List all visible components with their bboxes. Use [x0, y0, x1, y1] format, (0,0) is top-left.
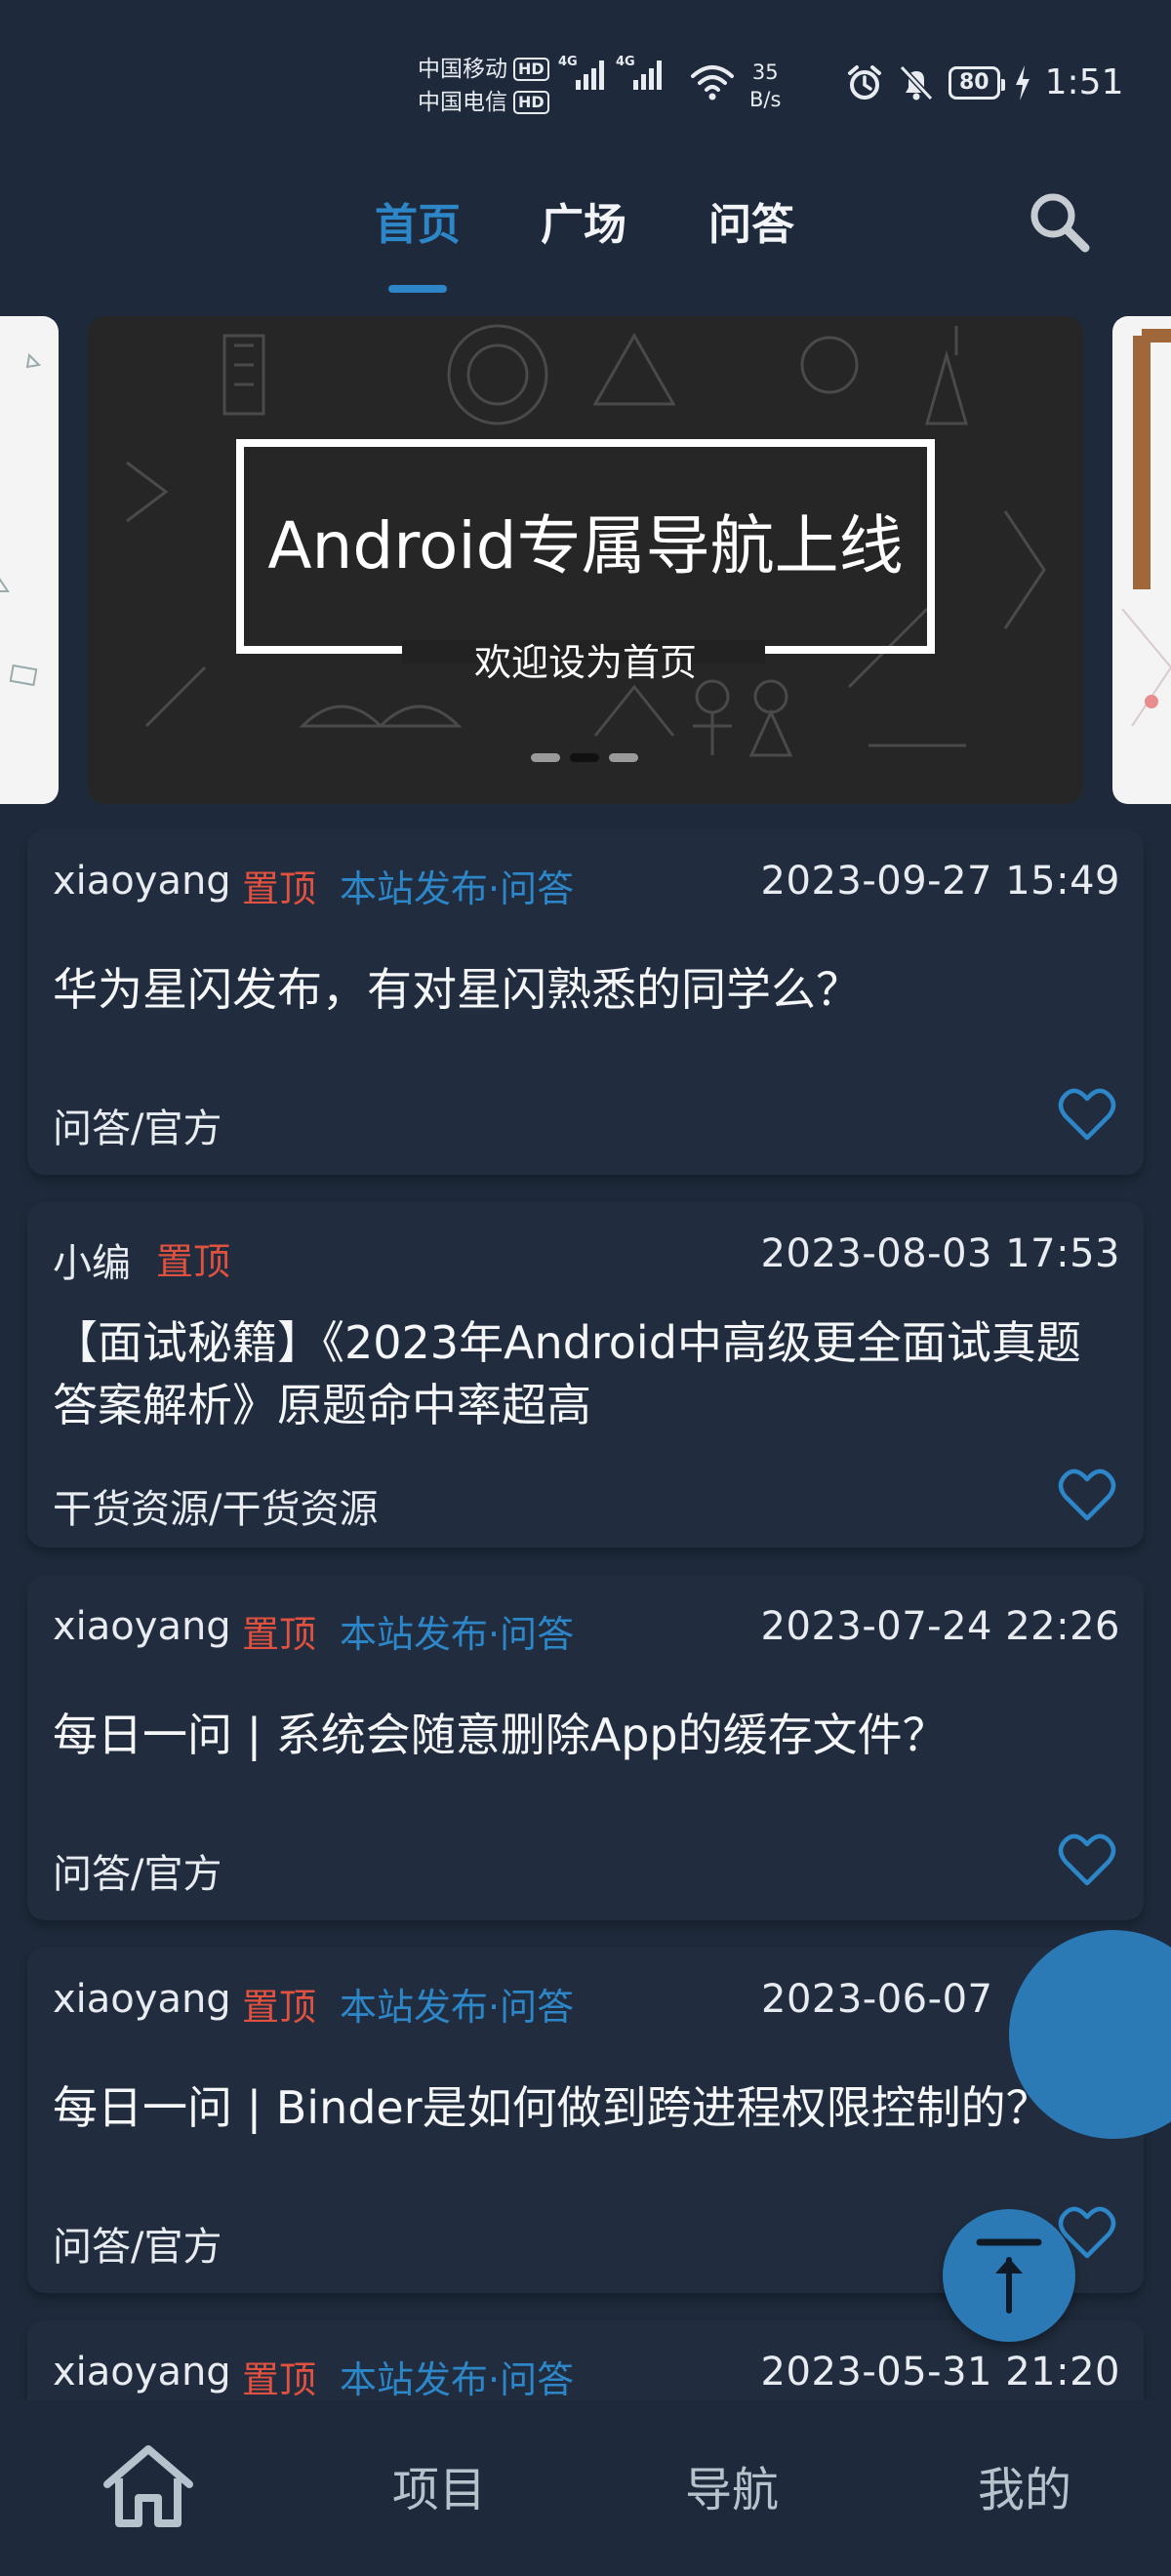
- article-author: xiaoyang: [53, 2350, 231, 2395]
- article-author: xiaoyang: [53, 1604, 231, 1649]
- speed-unit: B/s: [749, 88, 782, 111]
- article-card[interactable]: xiaoyang 置顶 本站发布·问答 2023-07-24 22:26 每日一…: [27, 1575, 1144, 1920]
- pinned-tag: 置顶: [242, 2358, 317, 2400]
- tab-home[interactable]: 首页: [375, 189, 461, 252]
- carrier-1-name: 中国移动: [418, 57, 507, 82]
- article-date: 2023-09-27 15:49: [760, 859, 1120, 904]
- carrier-info: 中国移动 HD 中国电信 HD: [418, 53, 549, 119]
- carrier-2-name: 中国电信: [418, 90, 507, 115]
- article-category: 问答/官方: [53, 1852, 222, 1897]
- network-speed: 35 B/s: [749, 59, 781, 113]
- pinned-tag: 置顶: [156, 1240, 231, 1283]
- article-date: 2023-06-07: [761, 1977, 993, 2022]
- mute-bell-icon: [899, 64, 934, 101]
- network-type-label: 4G: [558, 55, 578, 69]
- pinned-tag: 置顶: [242, 867, 317, 910]
- article-card[interactable]: xiaoyang 置顶 本站发布·问答 2023-09-27 15:49 华为星…: [27, 829, 1144, 1175]
- article-category: 问答/官方: [53, 1107, 222, 1151]
- heart-icon[interactable]: [1058, 1087, 1116, 1142]
- wifi-icon: [691, 65, 734, 101]
- nav-label: 项目: [391, 2463, 486, 2517]
- banner-prev-slide[interactable]: [0, 316, 59, 804]
- article-title: 华为星闪发布，有对星闪熟悉的同学么？: [53, 963, 861, 1016]
- hd-badge: HD: [513, 91, 549, 114]
- tab-qa[interactable]: 问答: [708, 189, 794, 252]
- nav-item-mine[interactable]: 我的: [878, 2400, 1171, 2556]
- tab-square[interactable]: 广场: [541, 189, 626, 252]
- source-tag: 本站发布·问答: [340, 1613, 575, 1656]
- nav-label: 导航: [684, 2463, 779, 2517]
- banner-next-slide[interactable]: [1112, 316, 1171, 804]
- page-dot: [531, 753, 560, 762]
- page-dot: [609, 753, 638, 762]
- page-dot-active: [570, 753, 599, 762]
- article-author: xiaoyang: [53, 859, 231, 904]
- bottom-navigation: 项目 导航 我的: [0, 2400, 1171, 2576]
- tab-indicator: [388, 285, 447, 293]
- scroll-to-top-button[interactable]: [943, 2209, 1075, 2342]
- signal-2-icon: 4G: [616, 55, 662, 90]
- article-date: 2023-05-31 21:20: [760, 2350, 1120, 2395]
- article-list[interactable]: xiaoyang 置顶 本站发布·问答 2023-09-27 15:49 华为星…: [0, 829, 1171, 2400]
- source-tag: 本站发布·问答: [340, 2358, 575, 2400]
- signal-1-icon: 4G: [558, 55, 604, 90]
- banner-slide[interactable]: Android专属导航上线 欢迎设为首页: [88, 316, 1083, 804]
- top-tab-bar: 首页 广场 问答: [0, 176, 1171, 302]
- banner-page-indicator: [531, 753, 638, 762]
- article-title: 每日一问 | 系统会随意删除App的缓存文件？: [53, 1709, 948, 1761]
- article-category: 干货资源/干货资源: [53, 1487, 379, 1532]
- article-title: 每日一问 | Binder是如何做到跨进程权限控制的？: [53, 2081, 1051, 2134]
- article-category: 问答/官方: [53, 2225, 222, 2270]
- home-icon: [103, 2445, 193, 2527]
- pinned-tag: 置顶: [242, 1986, 317, 2029]
- search-icon[interactable]: [1025, 187, 1093, 256]
- speed-value: 35: [751, 60, 779, 84]
- hd-badge: HD: [513, 58, 549, 81]
- status-bar: 中国移动 HD 中国电信 HD 4G 4G 35 B/s 80 1:51: [0, 0, 1171, 146]
- nav-item-projects[interactable]: 项目: [293, 2400, 586, 2556]
- banner-carousel[interactable]: Android专属导航上线 欢迎设为首页: [0, 316, 1171, 804]
- article-card[interactable]: 小编 置顶 2023-08-03 17:53 【面试秘籍】《2023年Andro…: [27, 1202, 1144, 1548]
- charging-bolt-icon: [1015, 64, 1030, 101]
- heart-icon[interactable]: [1058, 1832, 1116, 1887]
- banner-title: Android专属导航上线: [267, 508, 904, 584]
- clock: 1:51: [1044, 62, 1124, 102]
- article-title: 【面试秘籍】《2023年Android中高级更全面试真题答案解析》原题命中率超高: [53, 1316, 1081, 1431]
- article-date: 2023-08-03 17:53: [760, 1231, 1120, 1276]
- network-type-label: 4G: [616, 55, 635, 69]
- article-author: 小编: [53, 1241, 131, 1286]
- battery-indicator: 80: [949, 65, 1005, 100]
- nav-item-home[interactable]: [0, 2400, 293, 2556]
- source-tag: 本站发布·问答: [340, 867, 575, 910]
- article-date: 2023-07-24 22:26: [760, 1604, 1120, 1649]
- source-tag: 本站发布·问答: [340, 1986, 575, 2029]
- banner-subtitle: 欢迎设为首页: [473, 641, 697, 684]
- alarm-icon: [848, 64, 881, 100]
- pinned-tag: 置顶: [242, 1613, 317, 1656]
- article-author: xiaoyang: [53, 1977, 231, 2022]
- nav-label: 我的: [977, 2463, 1071, 2517]
- arrow-to-top-icon: [976, 2238, 1042, 2314]
- nav-item-navigation[interactable]: 导航: [586, 2400, 878, 2556]
- heart-icon[interactable]: [1058, 1468, 1116, 1522]
